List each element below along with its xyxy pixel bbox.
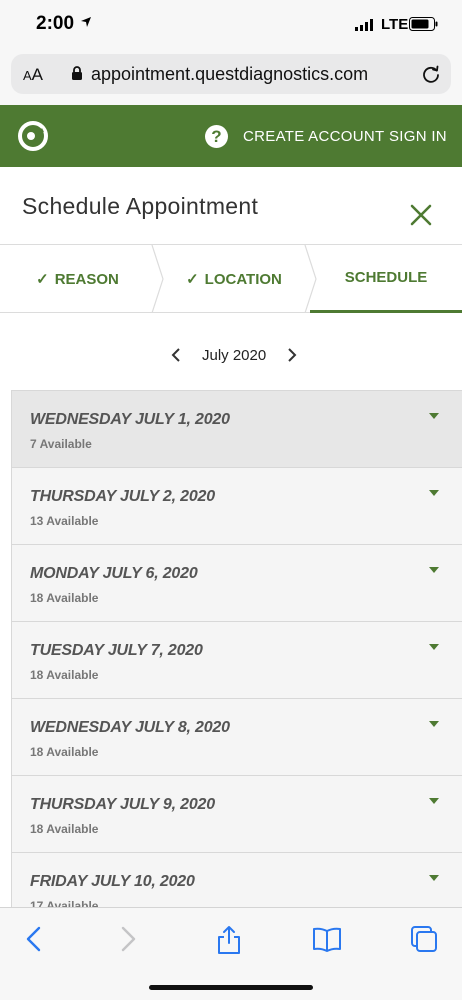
- back-icon[interactable]: [24, 925, 44, 958]
- signal-bars-icon: [355, 18, 375, 36]
- caret-down-icon: [429, 413, 439, 419]
- date-label: FRIDAY JULY 10, 2020: [30, 873, 195, 890]
- month-navigation: July 2020: [0, 340, 462, 372]
- availability-count: 7 Available: [30, 437, 92, 451]
- site-header: ? CREATE ACCOUNT SIGN IN: [0, 105, 462, 167]
- bookmarks-icon[interactable]: [312, 925, 342, 958]
- step-location[interactable]: ✓ LOCATION: [160, 245, 308, 313]
- checkmark-icon: ✓: [186, 271, 199, 288]
- text-size-button[interactable]: AA: [23, 65, 43, 85]
- date-label: THURSDAY JULY 9, 2020: [30, 796, 215, 813]
- available-dates-list: WEDNESDAY JULY 1, 2020 7 Available THURS…: [11, 390, 462, 907]
- availability-count: 18 Available: [30, 745, 99, 759]
- page-title-row: Schedule Appointment: [0, 167, 462, 245]
- date-label: MONDAY JULY 6, 2020: [30, 565, 198, 582]
- url-text[interactable]: appointment.questdiagnostics.com: [91, 64, 368, 85]
- share-icon[interactable]: [215, 925, 243, 960]
- home-indicator: [149, 985, 313, 990]
- date-list-item[interactable]: WEDNESDAY JULY 1, 2020 7 Available: [12, 391, 462, 468]
- step-label: LOCATION: [204, 270, 282, 288]
- date-label: WEDNESDAY JULY 8, 2020: [30, 719, 230, 736]
- network-label: LTE: [381, 16, 409, 33]
- caret-down-icon: [429, 798, 439, 804]
- caret-down-icon: [429, 721, 439, 727]
- caret-down-icon: [429, 567, 439, 573]
- availability-count: 18 Available: [30, 822, 99, 836]
- date-list-item[interactable]: WEDNESDAY JULY 8, 2020 18 Available: [12, 699, 462, 776]
- date-list-item[interactable]: THURSDAY JULY 2, 2020 13 Available: [12, 468, 462, 545]
- availability-count: 17 Available: [30, 899, 99, 907]
- forward-icon[interactable]: [118, 925, 138, 958]
- progress-steps: ✓ REASON ✓ LOCATION SCHEDULE: [0, 245, 462, 313]
- status-time: 2:00: [36, 13, 75, 34]
- date-list-item[interactable]: THURSDAY JULY 9, 2020 18 Available: [12, 776, 462, 853]
- quest-logo-icon[interactable]: [17, 120, 49, 157]
- sign-in-link[interactable]: SIGN IN: [389, 128, 447, 145]
- tabs-icon[interactable]: [410, 925, 438, 958]
- browser-address-area: AA appointment.questdiagnostics.com: [0, 50, 462, 105]
- close-icon[interactable]: [410, 204, 432, 231]
- date-label: WEDNESDAY JULY 1, 2020: [30, 411, 230, 428]
- lock-icon: [71, 66, 83, 86]
- date-label: TUESDAY JULY 7, 2020: [30, 642, 203, 659]
- date-list-item[interactable]: MONDAY JULY 6, 2020 18 Available: [12, 545, 462, 622]
- address-bar[interactable]: AA appointment.questdiagnostics.com: [11, 54, 451, 94]
- step-reason[interactable]: ✓ REASON: [0, 245, 155, 313]
- chevron-left-icon[interactable]: [170, 348, 182, 367]
- step-label: SCHEDULE: [344, 269, 428, 286]
- caret-down-icon: [429, 644, 439, 650]
- current-month: July 2020: [202, 347, 267, 364]
- date-list-item[interactable]: FRIDAY JULY 10, 2020 17 Available: [12, 853, 462, 907]
- checkmark-icon: ✓: [36, 271, 49, 288]
- caret-down-icon: [429, 490, 439, 496]
- help-icon[interactable]: ?: [205, 125, 228, 148]
- location-arrow-icon: [80, 15, 92, 33]
- chevron-right-icon[interactable]: [286, 348, 298, 367]
- status-bar: 2:00 LTE: [0, 0, 462, 50]
- create-account-link[interactable]: CREATE ACCOUNT: [243, 128, 384, 145]
- date-list-item[interactable]: TUESDAY JULY 7, 2020 18 Available: [12, 622, 462, 699]
- reload-icon[interactable]: [421, 64, 441, 89]
- availability-count: 18 Available: [30, 591, 99, 605]
- battery-icon: [409, 17, 439, 36]
- page-title: Schedule Appointment: [22, 193, 259, 219]
- availability-count: 18 Available: [30, 668, 99, 682]
- availability-count: 13 Available: [30, 514, 99, 528]
- caret-down-icon: [429, 875, 439, 881]
- step-schedule[interactable]: SCHEDULE: [310, 245, 462, 313]
- date-label: THURSDAY JULY 2, 2020: [30, 488, 215, 505]
- step-label: REASON: [54, 270, 119, 288]
